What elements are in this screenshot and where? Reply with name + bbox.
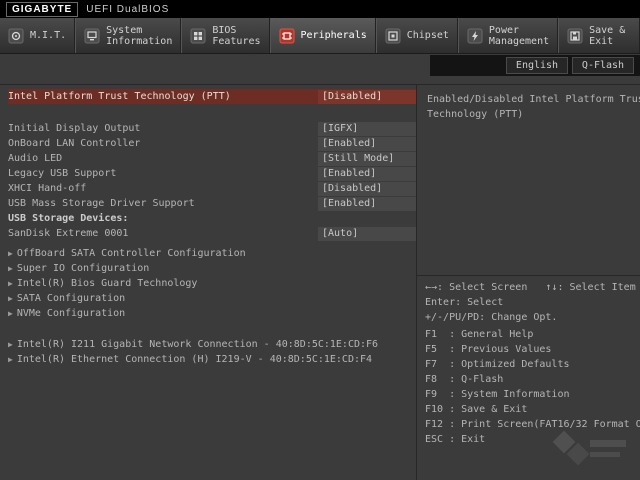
submenu-label: NVMe Configuration: [17, 308, 125, 319]
tab-mit[interactable]: M.I.T.: [0, 18, 75, 53]
tab-peripherals[interactable]: Peripherals: [270, 18, 376, 53]
system-info-icon: [84, 28, 100, 44]
key-line: ESC : Exit: [425, 432, 640, 447]
key-line: F10 : Save & Exit: [425, 402, 640, 417]
submenu-arrow-icon: ▶: [8, 264, 13, 273]
key-line: ←→: Select Screen ↑↓: Select Item: [425, 280, 640, 295]
section-label: USB Storage Devices:: [8, 213, 128, 224]
setting-value[interactable]: [Enabled]: [318, 167, 416, 181]
submenu-label: SATA Configuration: [17, 293, 125, 304]
setting-row-sandisk[interactable]: SanDisk Extreme 0001 [Auto]: [8, 226, 416, 241]
setting-value[interactable]: [Auto]: [318, 227, 416, 241]
setting-label: SanDisk Extreme 0001: [8, 228, 128, 239]
tab-label: M.I.T.: [30, 30, 66, 41]
key-legend: ←→: Select Screen ↑↓: Select Item Enter:…: [417, 276, 640, 480]
tab-label: Power Management: [489, 25, 549, 47]
qflash-button[interactable]: Q-Flash: [572, 57, 634, 74]
submenu-bios-guard[interactable]: ▶ Intel(R) Bios Guard Technology: [8, 276, 416, 291]
setting-value[interactable]: [IGFX]: [318, 122, 416, 136]
key-line: F1 : General Help: [425, 327, 640, 342]
key-line: F12 : Print Screen(FAT16/32 Format Only): [425, 417, 640, 432]
power-bolt-icon: [467, 28, 483, 44]
tab-label: System Information: [106, 25, 172, 47]
tab-power-management[interactable]: Power Management: [458, 18, 558, 53]
setting-label: Initial Display Output: [8, 123, 140, 134]
title-bar: GIGABYTE UEFI DualBIOS: [0, 0, 640, 18]
utility-bar: English Q-Flash: [430, 55, 640, 76]
submenu-label: Super IO Configuration: [17, 263, 149, 274]
setting-label: Audio LED: [8, 153, 62, 164]
setting-label: OnBoard LAN Controller: [8, 138, 140, 149]
info-panel: Enabled/Disabled Intel Platform Trust Te…: [416, 85, 640, 480]
peripherals-chip-icon: [279, 28, 295, 44]
settings-panel: Intel Platform Trust Technology (PTT) [D…: [0, 85, 416, 480]
tab-system-information[interactable]: System Information: [75, 18, 181, 53]
submenu-offboard-sata[interactable]: ▶ OffBoard SATA Controller Configuration: [8, 246, 416, 261]
setting-value[interactable]: [Still Mode]: [318, 152, 416, 166]
setting-label: XHCI Hand-off: [8, 183, 86, 194]
setting-label: USB Mass Storage Driver Support: [8, 198, 195, 209]
setting-row-xhci[interactable]: XHCI Hand-off [Disabled]: [8, 181, 416, 196]
tab-label: BIOS Features: [212, 25, 260, 47]
submenu-sata-config[interactable]: ▶ SATA Configuration: [8, 291, 416, 306]
submenu-nvme-config[interactable]: ▶ NVMe Configuration: [8, 306, 416, 321]
chipset-icon: [385, 28, 401, 44]
submenu-label: Intel(R) I211 Gigabit Network Connection…: [17, 339, 378, 350]
setting-row-lan[interactable]: OnBoard LAN Controller [Enabled]: [8, 136, 416, 151]
main-area: Intel Platform Trust Technology (PTT) [D…: [0, 84, 640, 480]
language-button[interactable]: English: [506, 57, 568, 74]
gigabyte-logo: GIGABYTE: [6, 2, 78, 17]
submenu-label: Intel(R) Ethernet Connection (H) I219-V …: [17, 354, 372, 365]
key-line: F8 : Q-Flash: [425, 372, 640, 387]
key-line: +/-/PU/PD: Change Opt.: [425, 310, 640, 325]
setting-row-ptt[interactable]: Intel Platform Trust Technology (PTT) [D…: [8, 89, 416, 104]
submenu-arrow-icon: ▶: [8, 249, 13, 258]
tab-bar: M.I.T. System Information BIOS Features …: [0, 18, 640, 54]
tab-bios-features[interactable]: BIOS Features: [181, 18, 269, 53]
submenu-label: OffBoard SATA Controller Configuration: [17, 248, 246, 259]
tab-chipset[interactable]: Chipset: [376, 18, 458, 53]
key-line: F5 : Previous Values: [425, 342, 640, 357]
bios-grid-icon: [190, 28, 206, 44]
usb-storage-devices-header: USB Storage Devices:: [8, 211, 416, 226]
setting-row-usb-mass-storage[interactable]: USB Mass Storage Driver Support [Enabled…: [8, 196, 416, 211]
save-disk-icon: [567, 28, 583, 44]
submenu-arrow-icon: ▶: [8, 340, 13, 349]
setting-value[interactable]: [Enabled]: [318, 137, 416, 151]
setting-value[interactable]: [Enabled]: [318, 197, 416, 211]
setting-row-audio-led[interactable]: Audio LED [Still Mode]: [8, 151, 416, 166]
submenu-super-io[interactable]: ▶ Super IO Configuration: [8, 261, 416, 276]
submenu-arrow-icon: ▶: [8, 279, 13, 288]
submenu-i211-network[interactable]: ▶ Intel(R) I211 Gigabit Network Connecti…: [8, 337, 416, 352]
setting-row-legacy-usb[interactable]: Legacy USB Support [Enabled]: [8, 166, 416, 181]
tab-label: Peripherals: [301, 30, 367, 41]
tab-save-exit[interactable]: Save & Exit: [558, 18, 640, 53]
setting-value[interactable]: [Disabled]: [318, 90, 416, 104]
bios-screen: GIGABYTE UEFI DualBIOS M.I.T. System Inf…: [0, 0, 640, 480]
firmware-title: UEFI DualBIOS: [86, 4, 169, 15]
key-line: Enter: Select: [425, 295, 640, 310]
submenu-arrow-icon: ▶: [8, 355, 13, 364]
help-text: Enabled/Disabled Intel Platform Trust Te…: [417, 85, 640, 276]
key-line: F9 : System Information: [425, 387, 640, 402]
submenu-arrow-icon: ▶: [8, 309, 13, 318]
setting-label: Legacy USB Support: [8, 168, 116, 179]
mit-gear-icon: [8, 28, 24, 44]
setting-value[interactable]: [Disabled]: [318, 182, 416, 196]
setting-row-initial-display[interactable]: Initial Display Output [IGFX]: [8, 121, 416, 136]
setting-label: Intel Platform Trust Technology (PTT): [8, 91, 231, 102]
submenu-arrow-icon: ▶: [8, 294, 13, 303]
key-line: F7 : Optimized Defaults: [425, 357, 640, 372]
submenu-label: Intel(R) Bios Guard Technology: [17, 278, 198, 289]
submenu-i219v-network[interactable]: ▶ Intel(R) Ethernet Connection (H) I219-…: [8, 352, 416, 367]
tab-label: Save & Exit: [589, 25, 631, 47]
tab-label: Chipset: [407, 30, 449, 41]
